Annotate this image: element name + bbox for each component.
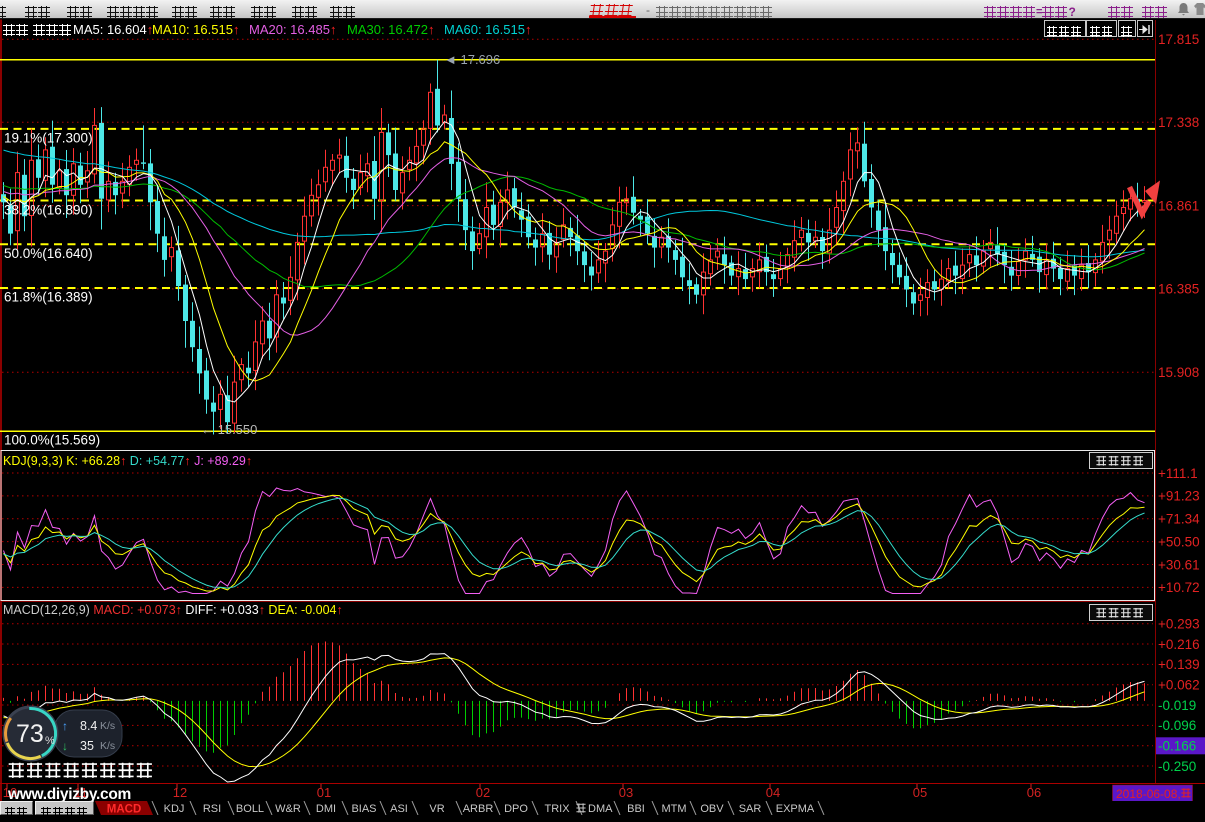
svg-text:+71.34: +71.34 [1158,512,1200,527]
svg-text:W&R: W&R [275,803,301,815]
svg-text:+0.293: +0.293 [1158,617,1200,632]
svg-text:+10.72: +10.72 [1158,580,1200,595]
svg-text:16.861: 16.861 [1158,198,1199,213]
svg-text:VR: VR [429,803,444,815]
svg-text:SAR: SAR [739,803,762,815]
svg-text:ARBR: ARBR [463,803,494,815]
svg-text:KDJ(9,3,3) K: +66.28↑ D: +54.7: KDJ(9,3,3) K: +66.28↑ D: +54.77↑ J: +89.… [3,454,252,468]
svg-text:+0.062: +0.062 [1158,678,1200,693]
svg-text:MACD(12,26,9) MACD: +0.073↑ DI: MACD(12,26,9) MACD: +0.073↑ DIFF: +0.033… [3,603,343,617]
svg-text:12: 12 [173,785,187,800]
svg-text:K/s: K/s [100,740,115,752]
svg-text:+30.61: +30.61 [1158,557,1200,572]
svg-text:↑: ↑ [62,719,68,733]
svg-text:EXPMA: EXPMA [776,803,815,815]
svg-text:+50.50: +50.50 [1158,534,1200,549]
svg-text:K/s: K/s [100,720,115,732]
svg-text:06: 06 [1027,785,1041,800]
svg-text:-0.019: -0.019 [1158,698,1196,713]
svg-text:17.338: 17.338 [1158,115,1199,130]
svg-text:73: 73 [16,720,44,748]
svg-text:16.385: 16.385 [1158,282,1199,297]
svg-text:8.4: 8.4 [80,719,97,733]
svg-text:%: % [45,735,55,747]
svg-text:-0.250: -0.250 [1158,759,1196,774]
svg-text:← 15.550: ← 15.550 [201,422,257,437]
svg-text:+0.216: +0.216 [1158,637,1200,652]
svg-text:-0.166: -0.166 [1158,739,1196,754]
svg-text:50.0%(16.640): 50.0%(16.640) [4,246,93,261]
svg-text:15.908: 15.908 [1158,365,1199,380]
svg-text:+111.1: +111.1 [1158,466,1198,481]
svg-text:OBV: OBV [700,803,724,815]
svg-text:100.0%(15.569): 100.0%(15.569) [4,433,100,448]
svg-text:ASI: ASI [390,803,408,815]
svg-text:04: 04 [766,785,780,800]
svg-text:+91.23: +91.23 [1158,489,1200,504]
svg-text:RSI: RSI [203,803,221,815]
svg-text:DPO: DPO [504,803,528,815]
svg-text:2018-06-08,: 2018-06-08, [1116,787,1181,801]
svg-text:02: 02 [476,785,490,800]
svg-text:BOLL: BOLL [236,803,264,815]
svg-text:35: 35 [80,739,94,753]
svg-text:61.8%(16.389): 61.8%(16.389) [4,290,93,305]
svg-text:38.2%(16.890): 38.2%(16.890) [4,203,93,218]
svg-text:TRIX: TRIX [544,803,570,815]
svg-text:-0.096: -0.096 [1158,718,1196,733]
svg-text:BBI: BBI [627,803,645,815]
svg-text:+0.139: +0.139 [1158,657,1200,672]
svg-text:MTM: MTM [661,803,686,815]
svg-text:↓: ↓ [62,739,68,753]
svg-text:BIAS: BIAS [351,803,376,815]
svg-text:◄ 17.696: ◄ 17.696 [444,52,500,67]
svg-text:DMI: DMI [316,803,336,815]
svg-text:KDJ: KDJ [164,803,185,815]
svg-text:01: 01 [317,785,331,800]
svg-text:19.1%(17.300): 19.1%(17.300) [4,131,93,146]
svg-text:03: 03 [619,785,633,800]
svg-text:DMA: DMA [588,803,613,815]
svg-text:05: 05 [913,785,927,800]
svg-text:17.815: 17.815 [1158,32,1199,47]
